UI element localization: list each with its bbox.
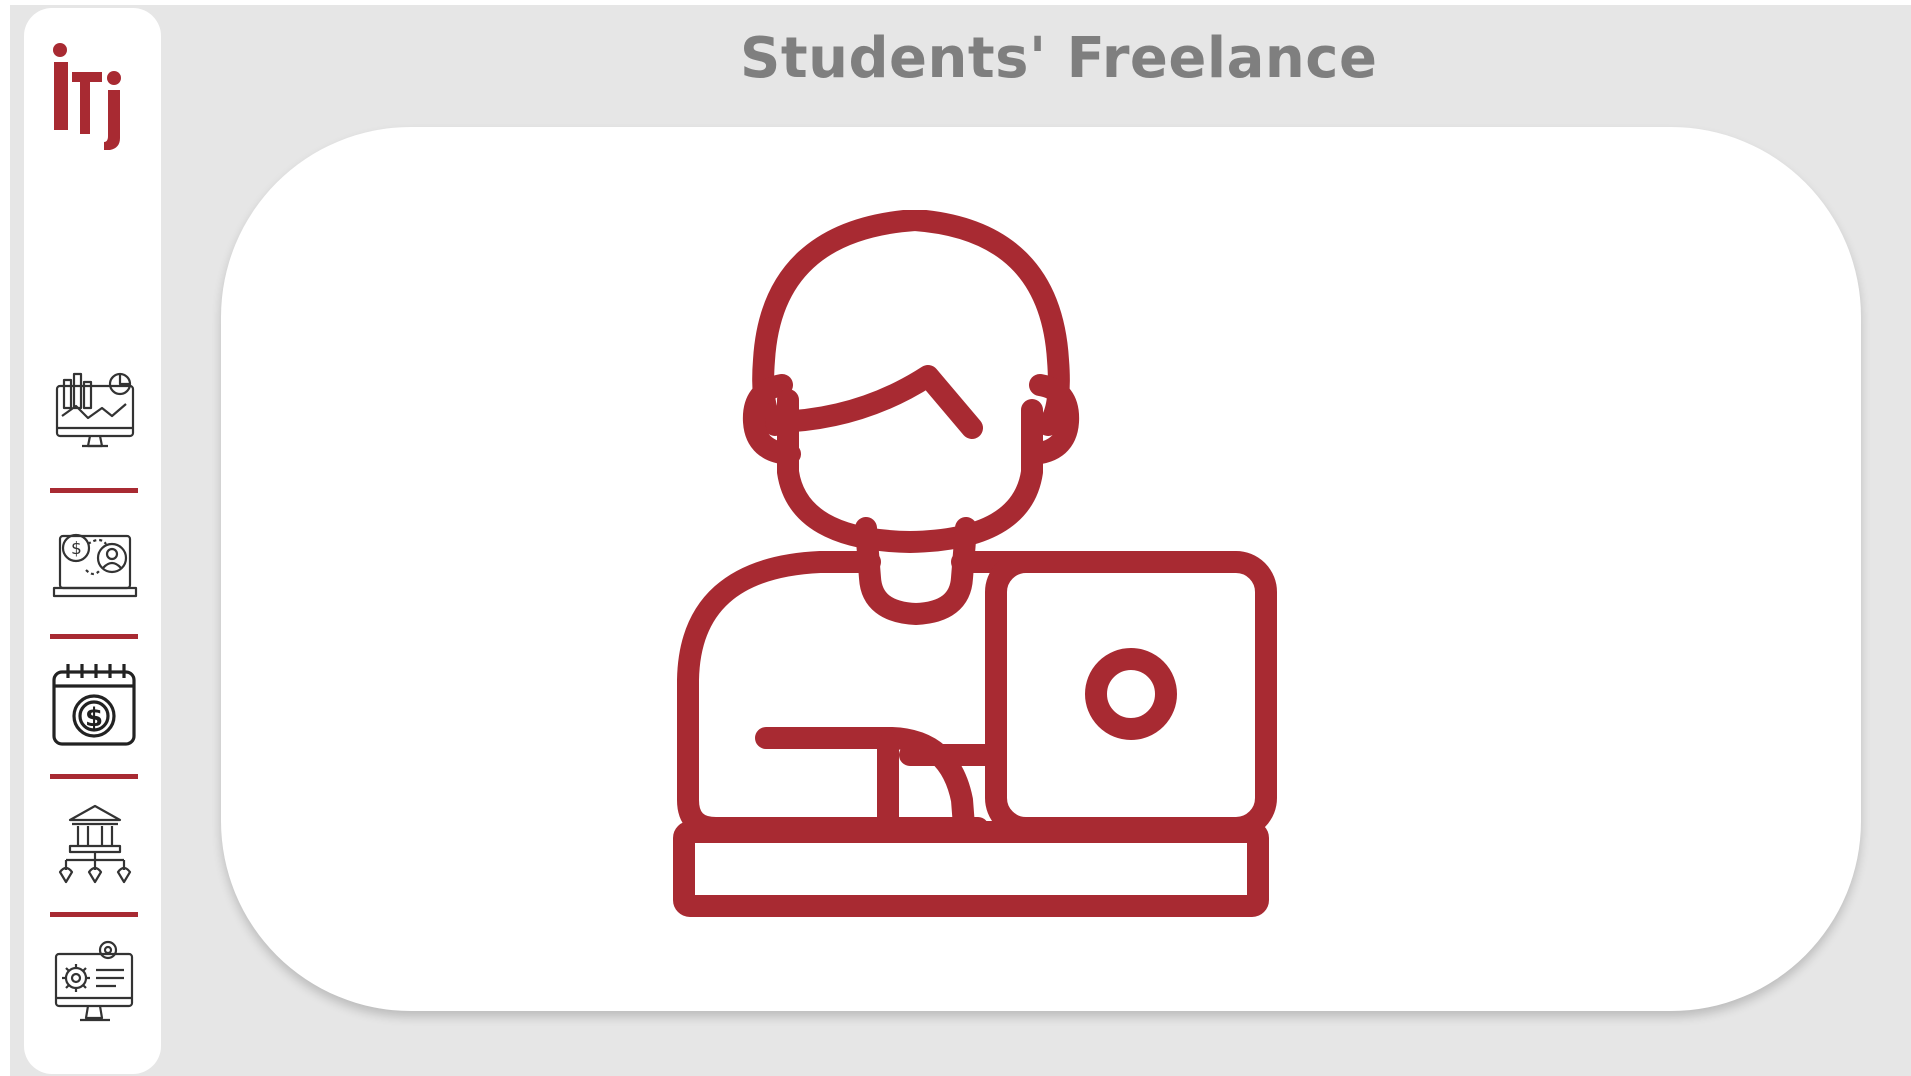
sidebar-divider bbox=[50, 488, 138, 493]
settings-monitor-icon[interactable] bbox=[50, 940, 140, 1030]
svg-text:$: $ bbox=[85, 703, 103, 733]
calendar-dollar-icon[interactable]: $ bbox=[50, 660, 140, 750]
analytics-monitor-icon[interactable] bbox=[50, 366, 140, 456]
bank-branches-icon[interactable] bbox=[50, 800, 140, 890]
sidebar-divider bbox=[50, 912, 138, 917]
svg-text:$: $ bbox=[71, 539, 82, 559]
page-title: Students' Freelance bbox=[740, 26, 1378, 91]
sidebar-divider bbox=[50, 634, 138, 639]
iti-logo bbox=[50, 38, 126, 150]
app-canvas: $ $ Students' Freelance bbox=[0, 0, 1911, 1076]
freelancer-laptop-icon bbox=[660, 209, 1400, 930]
freelancer-payment-laptop-icon[interactable]: $ bbox=[50, 522, 140, 612]
sidebar-divider bbox=[50, 774, 138, 779]
